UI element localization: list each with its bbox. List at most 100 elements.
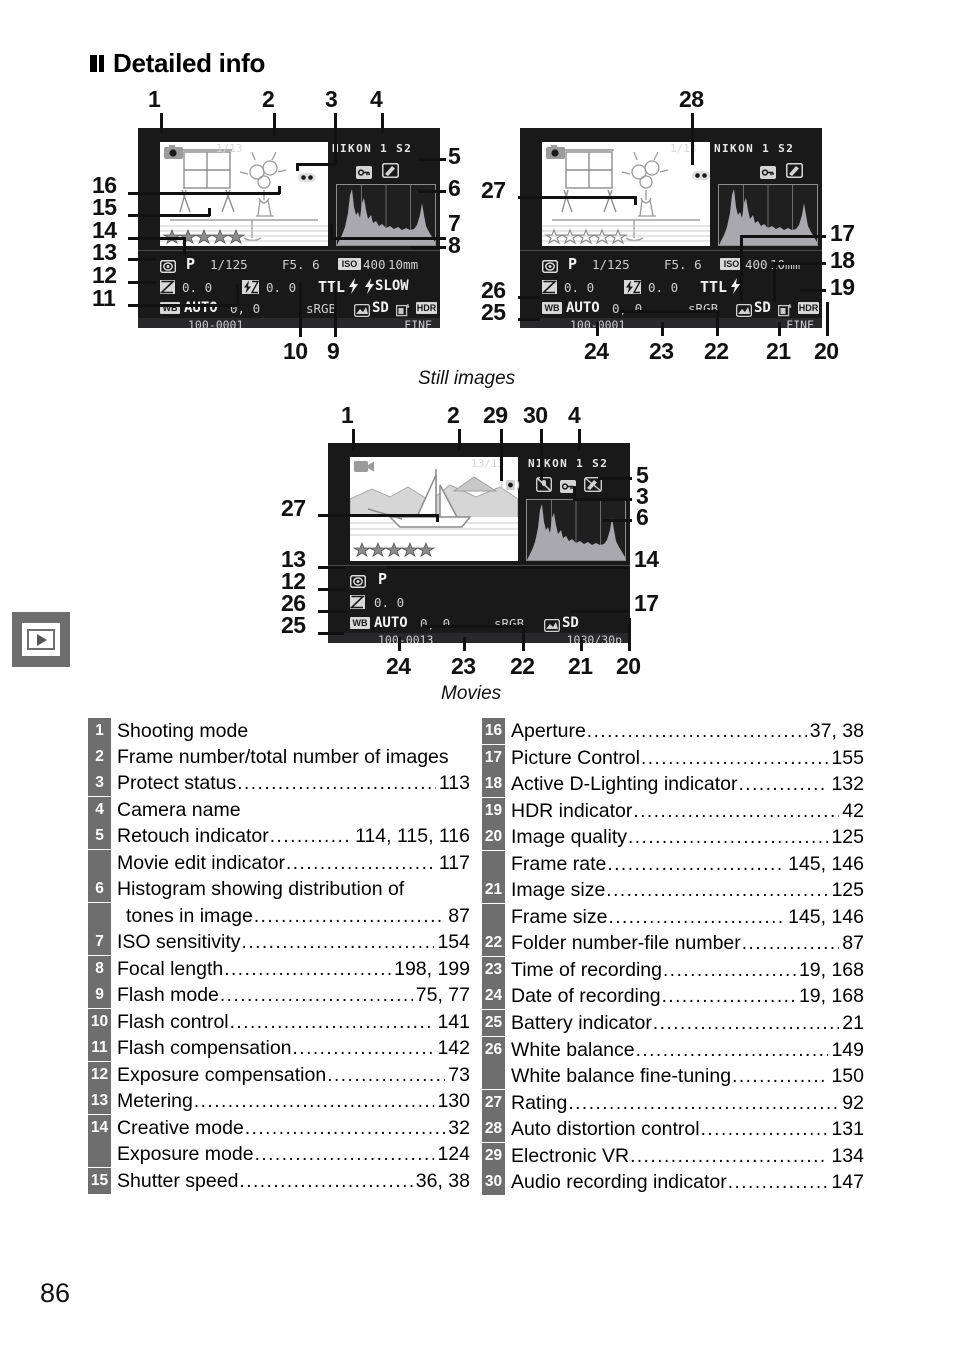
callout-15: 15 — [92, 194, 117, 220]
shooting-mode-icon — [164, 144, 183, 159]
legend-item-label: Creative mode — [117, 1116, 244, 1139]
legend-item-label: Shooting mode — [117, 720, 249, 742]
legend-item-number: 14 — [88, 1114, 111, 1141]
picture-control-icon — [735, 302, 753, 318]
legend-item-page-ref: 125 — [831, 826, 864, 849]
legend-item-page-ref: 134 — [831, 1144, 864, 1167]
picture-control-value: SD — [372, 300, 389, 316]
callout-25: 25 — [481, 299, 506, 325]
callout-5: 5 — [448, 143, 461, 169]
legend-item-number: 4 — [88, 796, 111, 823]
callout-12: 12 — [92, 262, 117, 288]
callout-m-6: 6 — [636, 504, 649, 530]
electronic-vr-icon — [500, 477, 520, 493]
legend-item-leader-dots: ........................................… — [286, 852, 436, 874]
legend-item-label: Focal length — [117, 957, 224, 980]
callout-m-22: 22 — [510, 653, 535, 679]
legend-item-number: 28 — [482, 1116, 505, 1143]
legend-item-page-ref: 87 — [842, 932, 864, 955]
legend-item-leader-dots: ........................................… — [741, 933, 840, 955]
legend-item-label: Folder number-file number — [511, 932, 741, 955]
legend-item-label: HDR indicator — [511, 799, 633, 822]
legend-item-label: Image quality — [511, 826, 627, 849]
legend-item-leader-dots: ........................................… — [327, 1064, 445, 1086]
legend-item-page-ref: 125 — [831, 879, 864, 902]
legend-item-page-ref: 114, 115, 116 — [355, 825, 470, 848]
legend-item-label: Frame rate — [511, 852, 607, 875]
legend-item: 2 Frame number/total number of images — [88, 744, 470, 771]
legend-item-page-ref: 36, 38 — [415, 1169, 470, 1192]
legend-item-label: Aperture — [511, 720, 586, 742]
legend-item-leader-dots: ........................................… — [606, 880, 828, 902]
shutter-speed: 1/125 — [592, 257, 630, 272]
legend-item: 1 Shooting mode — [88, 718, 470, 744]
legend-item-leader-dots: ........................................… — [640, 747, 828, 769]
picture-control-value: SD — [754, 300, 771, 316]
legend-item-label: Rating — [511, 1091, 568, 1114]
legend-item-page-ref: 113 — [438, 772, 470, 795]
legend-item-number: 12 — [88, 1061, 111, 1088]
exposure-mode: P — [186, 255, 196, 273]
white-balance-fine-tuning: 0, 0 — [420, 616, 451, 631]
legend-item-number: 7 — [88, 929, 111, 956]
retouch-pencil-icon — [785, 162, 804, 179]
legend-item-label: Camera name — [117, 798, 241, 821]
legend-item: 24 Date of recording.....................… — [482, 983, 864, 1010]
callout-m-24: 24 — [386, 653, 411, 679]
flash-control: TTL — [318, 278, 346, 296]
legend-item-number: 29 — [482, 1142, 505, 1169]
flash-compensation-icon — [624, 280, 641, 294]
metering-icon — [159, 258, 177, 274]
legend-item-page-ref: 73 — [448, 1063, 470, 1086]
legend-item-number: 8 — [88, 955, 111, 982]
legend-item: 29 Electronic VR.........................… — [482, 1142, 864, 1170]
page-title: Detailed info — [90, 48, 265, 79]
legend-item-page-ref: 131 — [831, 1118, 864, 1141]
legend-item-leader-dots: ........................................… — [237, 773, 436, 795]
retouch-pencil-icon — [381, 162, 400, 179]
legend-item-leader-dots: ........................................… — [269, 826, 352, 848]
flash-bolt-icon — [731, 278, 740, 298]
legend-item-label: Date of recording — [511, 985, 661, 1008]
legend-item-number: 26 — [482, 1036, 505, 1063]
legend-item-leader-dots: ........................................… — [627, 827, 829, 849]
callout-22: 22 — [704, 338, 729, 364]
legend-item: tones in image..........................… — [88, 902, 470, 930]
aperture: F5. 6 — [664, 257, 702, 272]
legend-item-label: Frame size — [511, 905, 608, 928]
picture-control-icon — [353, 302, 371, 318]
flash-control: TTL — [700, 278, 728, 296]
legend-item: 11 Flash compensation....................… — [88, 1035, 470, 1062]
callout-11: 11 — [92, 285, 116, 311]
legend-item-leader-dots: ........................................… — [244, 1117, 446, 1139]
legend-item: 23 Time of recording.....................… — [482, 956, 864, 984]
active-d-lighting-icon — [777, 302, 792, 317]
legend-item-leader-dots: ........................................… — [254, 1144, 435, 1166]
legend-item-label: ISO sensitivity — [117, 931, 241, 954]
legend-item-number — [88, 902, 111, 929]
iso-badge: ISO — [338, 258, 361, 270]
legend-item-label: Flash compensation — [117, 1037, 292, 1060]
flash-bolt-icon — [349, 278, 358, 298]
flash-compensation-icon — [242, 280, 259, 294]
protect-key-icon — [760, 164, 776, 179]
legend-item: 7 ISO sensitivity........................… — [88, 929, 470, 956]
shutter-speed: 1/125 — [210, 257, 248, 272]
legend-item-leader-dots: ........................................… — [630, 1145, 829, 1167]
legend-item-number: 9 — [88, 982, 111, 1009]
focus-indicator-icon — [298, 168, 316, 182]
focal-length: 10mm — [388, 257, 419, 272]
page-number: 86 — [40, 1278, 71, 1308]
legend-item-number: 27 — [482, 1089, 505, 1116]
callout-24: 24 — [584, 338, 609, 364]
legend-item-page-ref: 19, 168 — [798, 958, 864, 981]
legend-item-label: Retouch indicator — [117, 825, 269, 848]
callout-4: 4 — [370, 86, 383, 112]
legend-item-number: 30 — [482, 1169, 505, 1196]
legend-item-page-ref: 21 — [842, 1012, 864, 1035]
callout-9: 9 — [327, 338, 340, 364]
legend-item: 9 Flash mode.............................… — [88, 982, 470, 1009]
legend-item: 14 Creative mode.........................… — [88, 1114, 470, 1142]
playback-tab-marker — [12, 612, 70, 667]
legend-item-label: Frame number/total number of images — [117, 746, 449, 769]
